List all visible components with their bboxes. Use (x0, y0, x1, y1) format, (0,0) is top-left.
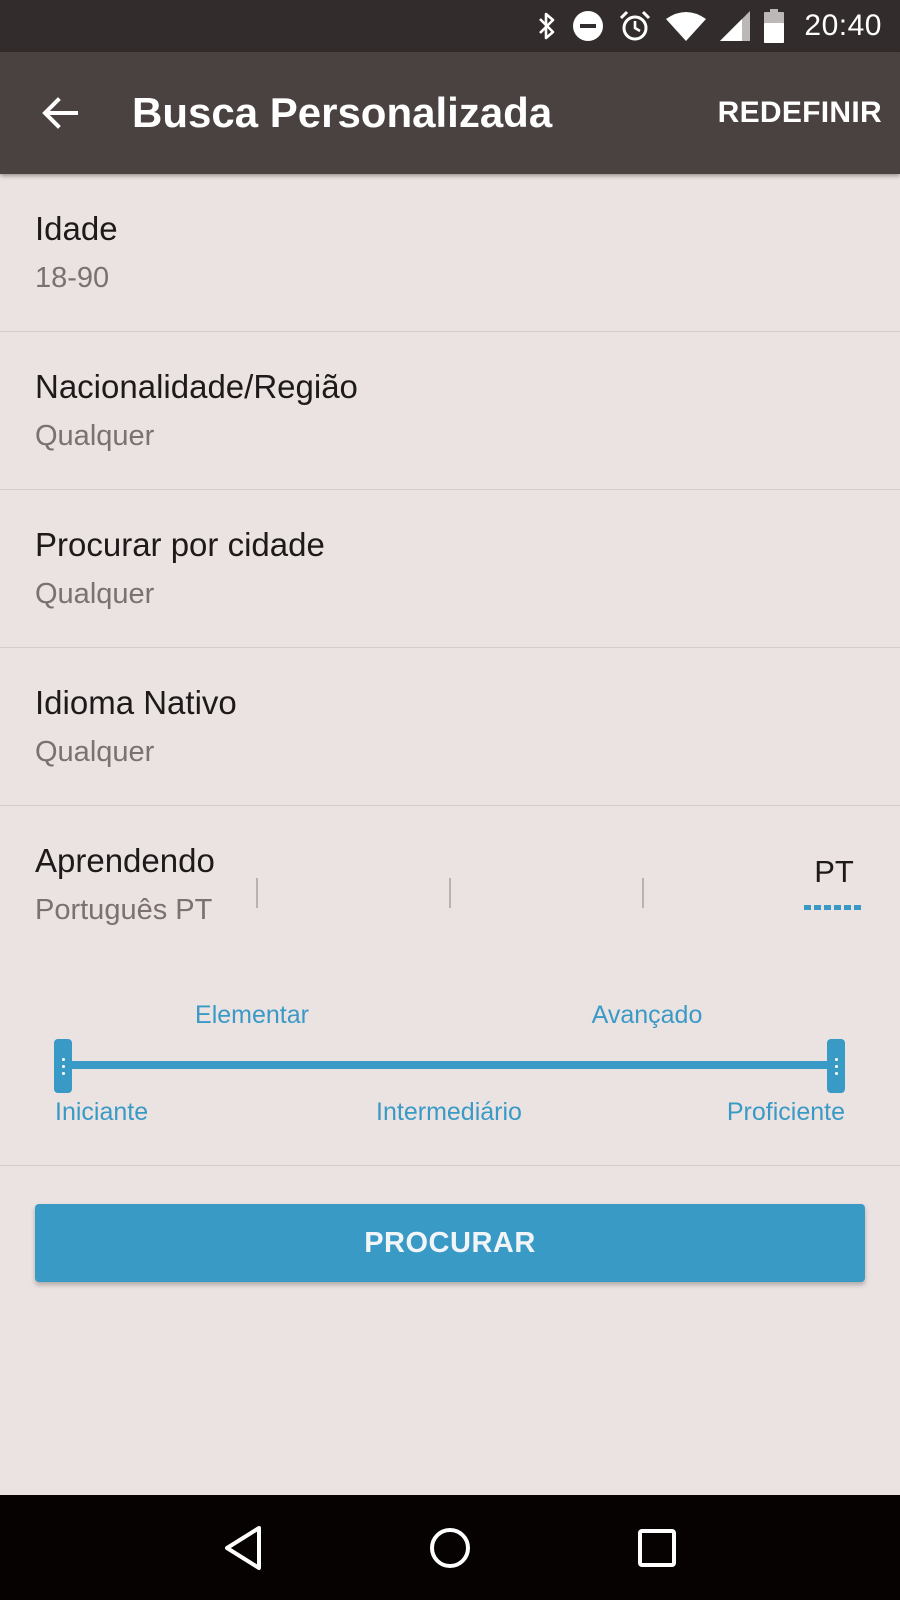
alarm-icon (618, 9, 652, 43)
filter-value: Qualquer (35, 736, 155, 768)
filter-city[interactable]: Procurar por cidade Qualquer (0, 490, 900, 648)
filter-value: 18-90 (35, 262, 110, 294)
page-title: Busca Personalizada (132, 89, 553, 136)
filter-value: Qualquer (35, 420, 155, 452)
back-button[interactable] (30, 83, 90, 143)
learning-value: Português PT (35, 894, 213, 926)
nav-back-icon (225, 1525, 262, 1570)
slider-tick (256, 878, 258, 908)
slider-handle-min[interactable] (54, 1039, 72, 1093)
level-label-elementary: Elementar (195, 1001, 309, 1029)
nav-back-button[interactable] (208, 1513, 278, 1583)
nav-recents-button[interactable] (622, 1513, 692, 1583)
cell-signal-icon (720, 11, 751, 41)
wifi-icon (666, 11, 707, 41)
filter-label: Nacionalidade/Região (35, 368, 358, 405)
filter-label: Procurar por cidade (35, 526, 325, 563)
filter-learning: Aprendendo Português PT PT Elementar Ava… (0, 806, 900, 1166)
reset-button[interactable]: REDEFINIR (718, 96, 882, 130)
battery-icon (764, 9, 785, 43)
search-button[interactable]: PROCURAR (35, 1204, 865, 1282)
bluetooth-icon (536, 10, 558, 42)
slider-handle-max[interactable] (827, 1039, 845, 1093)
level-label-advanced: Avançado (591, 1001, 703, 1029)
app-bar: Busca Personalizada REDEFINIR (0, 52, 900, 174)
arrow-back-icon (42, 97, 78, 129)
level-label-proficient: Proficiente (726, 1098, 845, 1126)
filter-label: Idioma Nativo (35, 684, 237, 721)
nav-recents-icon (637, 1528, 676, 1567)
language-code: PT (814, 854, 854, 889)
nav-home-button[interactable] (415, 1513, 485, 1583)
status-clock: 20:40 (804, 9, 882, 42)
filter-nationality[interactable]: Nacionalidade/Região Qualquer (0, 332, 900, 490)
search-filters: Idade 18-90 Nacionalidade/Região Qualque… (0, 174, 900, 1282)
slider-tick (449, 878, 451, 908)
slider-tick (642, 878, 644, 908)
system-nav-bar (0, 1495, 900, 1600)
learning-label: Aprendendo (35, 842, 215, 879)
filter-native-language[interactable]: Idioma Nativo Qualquer (0, 648, 900, 806)
proficiency-slider-track[interactable] (63, 1061, 837, 1069)
level-label-intermediate: Intermediário (376, 1098, 522, 1126)
status-bar: 20:40 (0, 0, 900, 52)
nav-home-icon (429, 1527, 470, 1568)
dashed-underline (804, 905, 864, 910)
language-code-selector[interactable]: PT (804, 854, 864, 910)
filter-label: Idade (35, 210, 118, 247)
filter-value: Qualquer (35, 578, 155, 610)
filter-age[interactable]: Idade 18-90 (0, 174, 900, 332)
level-label-beginner: Iniciante (55, 1098, 149, 1126)
do-not-disturb-icon (572, 10, 604, 42)
